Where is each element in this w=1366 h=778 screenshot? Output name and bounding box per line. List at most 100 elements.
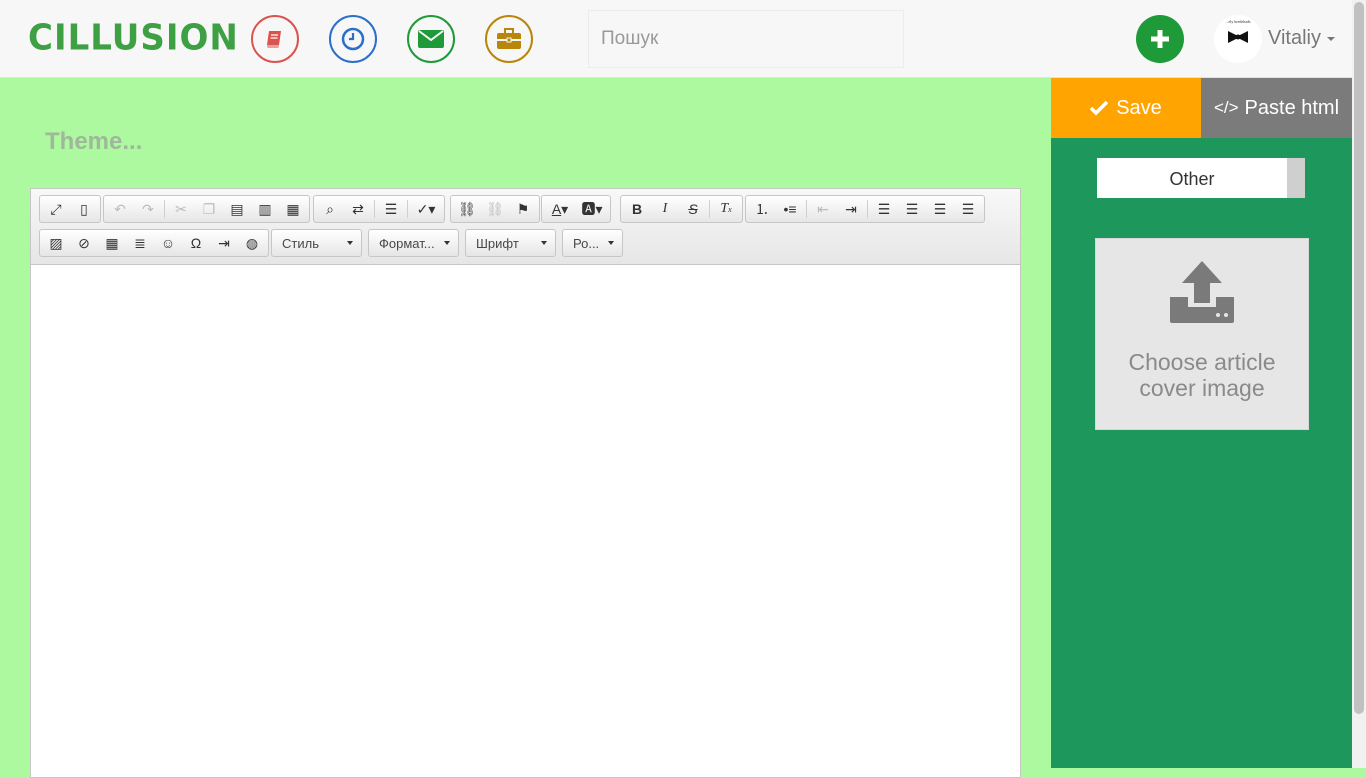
format-combo[interactable]: Формат...: [368, 229, 459, 257]
page-scrollbar[interactable]: [1352, 0, 1366, 768]
toolbar-separator: [806, 200, 807, 218]
undo-icon[interactable]: ↶: [106, 196, 134, 222]
toolbar-separator: [374, 200, 375, 218]
font-combo[interactable]: Шрифт: [465, 229, 556, 257]
top-navbar: CILLUSION ...ely kredehads Vitaliy: [0, 0, 1352, 78]
outdent-icon[interactable]: ⇤: [809, 196, 837, 222]
book-icon: [267, 31, 281, 48]
username[interactable]: Vitaliy: [1268, 27, 1321, 50]
copy-icon[interactable]: ❐: [195, 196, 223, 222]
chevron-down-icon: [347, 241, 353, 245]
cover-label-line1: Choose article: [1128, 349, 1276, 375]
toolbar-separator: [407, 200, 408, 218]
nav-history-button[interactable]: [329, 15, 377, 63]
paste-text-icon[interactable]: ▥: [251, 196, 279, 222]
nav-messages-button[interactable]: [407, 15, 455, 63]
flash-icon[interactable]: ⊘: [70, 230, 98, 256]
rich-text-editor: ⤢ ▯ ↶ ↷ ✂ ❐ ▤ ▥ ▦ ⌕ ⇄ ☰ ✓▾ ⛓ ⛓ ⚑ A▾ �: [30, 188, 1021, 778]
category-select-value: Other: [1169, 169, 1215, 189]
anchor-icon[interactable]: ⚑: [509, 196, 537, 222]
select-arrow[interactable]: [1287, 158, 1305, 198]
bulleted-list-icon[interactable]: •≡: [776, 196, 804, 222]
clock-icon: [341, 27, 365, 51]
paste-icon[interactable]: ▤: [223, 196, 251, 222]
background-color-icon[interactable]: 🅰▾: [576, 196, 608, 222]
briefcase-icon: [497, 28, 521, 49]
indent-icon[interactable]: ⇥: [837, 196, 865, 222]
replace-icon[interactable]: ⇄: [344, 196, 372, 222]
toolbar-group-insert: ▨ ⊘ ▦ ≣ ☺ Ω ⇥ ◍: [39, 229, 269, 257]
align-right-icon[interactable]: ☰: [926, 196, 954, 222]
style-combo[interactable]: Стиль: [271, 229, 362, 257]
toolbar-group-basicstyles: B I S Tx: [620, 195, 743, 223]
save-button[interactable]: Save: [1051, 78, 1201, 138]
code-icon: </>: [1213, 98, 1239, 117]
special-char-icon[interactable]: Ω: [182, 230, 210, 256]
user-menu-caret-icon[interactable]: [1327, 37, 1335, 41]
toolbar-group-tools: ⤢ ▯: [39, 195, 101, 223]
select-all-icon[interactable]: ☰: [377, 196, 405, 222]
justify-icon[interactable]: ☰: [954, 196, 982, 222]
page-break-icon[interactable]: ⇥: [210, 230, 238, 256]
numbered-list-icon[interactable]: ⒈: [748, 196, 776, 222]
nav-articles-button[interactable]: [251, 15, 299, 63]
avatar-text: ...ely kredehads: [1225, 19, 1251, 24]
paste-html-button[interactable]: </> Paste html: [1201, 78, 1352, 138]
scrollbar-thumb[interactable]: [1354, 2, 1364, 714]
chevron-down-icon: [541, 241, 547, 245]
search-box: [588, 10, 904, 68]
unlink-icon[interactable]: ⛓: [481, 196, 509, 222]
upload-icon: [1170, 261, 1234, 323]
table-icon[interactable]: ▦: [98, 230, 126, 256]
strikethrough-icon[interactable]: S: [679, 196, 707, 222]
paste-html-button-label: Paste html: [1244, 96, 1340, 119]
toolbar-separator: [164, 200, 165, 218]
align-center-icon[interactable]: ☰: [898, 196, 926, 222]
text-color-icon[interactable]: A ▾: [544, 196, 576, 222]
toolbar-separator: [867, 200, 868, 218]
chevron-down-icon: [608, 241, 614, 245]
toolbar-group-colors: A ▾ 🅰▾: [541, 195, 611, 223]
remove-format-icon[interactable]: Tx: [712, 196, 740, 222]
editor-toolbar: ⤢ ▯ ↶ ↷ ✂ ❐ ▤ ▥ ▦ ⌕ ⇄ ☰ ✓▾ ⛓ ⛓ ⚑ A▾ �: [31, 189, 1020, 265]
cover-label-line2: cover image: [1139, 375, 1265, 401]
search-input[interactable]: [589, 11, 903, 67]
link-icon[interactable]: ⛓: [453, 196, 481, 222]
image-icon[interactable]: ▨: [42, 230, 70, 256]
font-size-combo[interactable]: Ро...: [562, 229, 623, 257]
toolbar-separator: [709, 200, 710, 218]
horizontal-line-icon[interactable]: ≣: [126, 230, 154, 256]
iframe-icon[interactable]: ◍: [238, 230, 266, 256]
save-button-label: Save: [1116, 96, 1162, 119]
add-article-button[interactable]: [1136, 15, 1184, 63]
toolbar-group-links: ⛓ ⛓ ⚑: [450, 195, 540, 223]
format-combo-label: Формат...: [379, 235, 435, 251]
style-combo-label: Стиль: [282, 235, 319, 251]
find-icon[interactable]: ⌕: [316, 196, 344, 222]
avatar[interactable]: ...ely kredehads: [1214, 15, 1262, 63]
bowtie-avatar-icon: ...ely kredehads: [1225, 19, 1251, 43]
theme-input[interactable]: Theme...: [45, 128, 142, 156]
cover-image-label: Choose article cover image: [1096, 349, 1308, 401]
envelope-icon: [418, 30, 444, 48]
italic-icon[interactable]: I: [651, 196, 679, 222]
paste-word-icon[interactable]: ▦: [279, 196, 307, 222]
bold-icon[interactable]: B: [623, 196, 651, 222]
show-blocks-icon[interactable]: ▯: [70, 196, 98, 222]
toolbar-group-clipboard: ↶ ↷ ✂ ❐ ▤ ▥ ▦: [103, 195, 310, 223]
nav-jobs-button[interactable]: [485, 15, 533, 63]
editor-content-area[interactable]: [31, 265, 1020, 765]
check-icon: [1090, 100, 1109, 116]
site-logo[interactable]: CILLUSION: [28, 17, 239, 59]
chevron-down-icon: [444, 241, 450, 245]
category-select[interactable]: Other: [1097, 158, 1305, 198]
align-left-icon[interactable]: ☰: [870, 196, 898, 222]
plus-icon: [1151, 30, 1169, 48]
redo-icon[interactable]: ↷: [134, 196, 162, 222]
maximize-icon[interactable]: ⤢: [42, 196, 70, 222]
cut-icon[interactable]: ✂: [167, 196, 195, 222]
toolbar-group-editing: ⌕ ⇄ ☰ ✓▾: [313, 195, 445, 223]
cover-image-upload[interactable]: Choose article cover image: [1095, 238, 1309, 430]
smiley-icon[interactable]: ☺: [154, 230, 182, 256]
spellcheck-icon[interactable]: ✓▾: [410, 196, 442, 222]
